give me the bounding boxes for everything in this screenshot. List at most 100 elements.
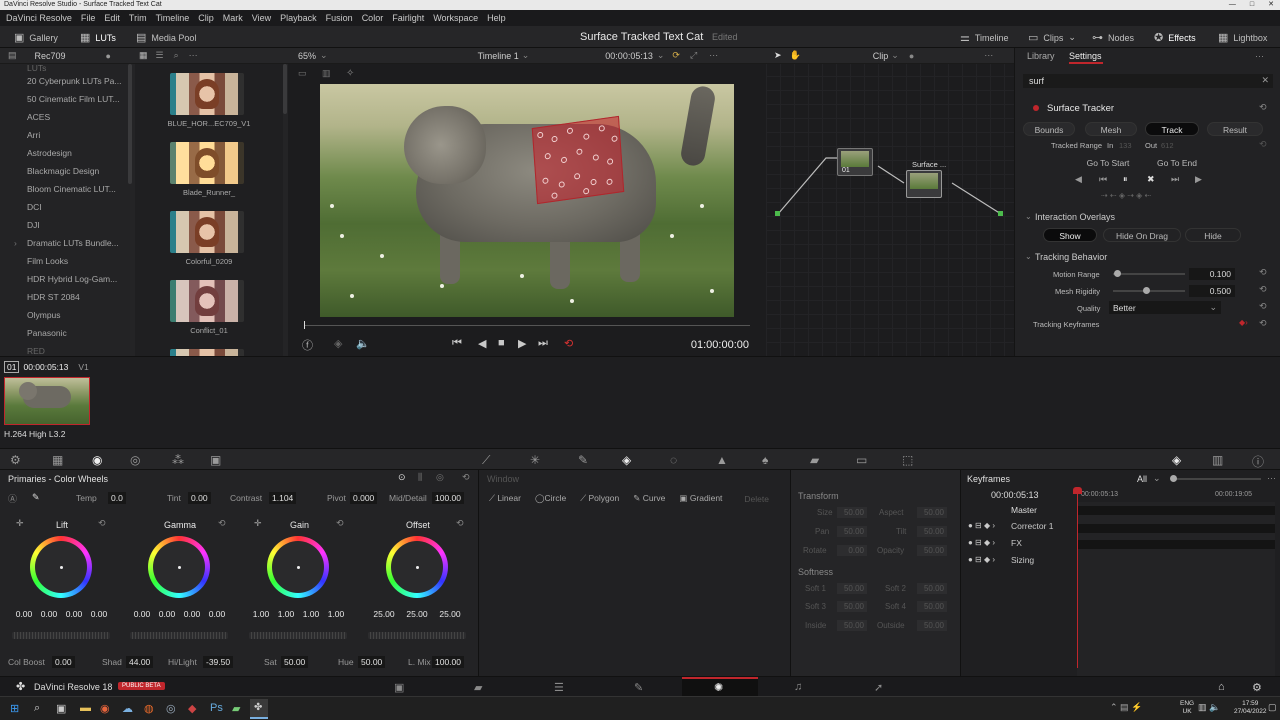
gamma-y[interactable]: 0.00	[130, 609, 154, 619]
lut-thumbnail[interactable]	[170, 349, 244, 356]
skip-end-icon[interactable]: ⏭	[538, 337, 548, 350]
log-mode-icon[interactable]: ◎	[436, 472, 444, 483]
opacity-value[interactable]: 50.00	[917, 545, 947, 556]
size-value[interactable]: 50.00	[837, 507, 867, 518]
color-page-tab[interactable]: ✺	[682, 677, 758, 696]
keyframe-filter[interactable]: All	[1137, 474, 1147, 484]
gain-master-slider[interactable]	[249, 632, 347, 639]
picker-icon[interactable]: ✎	[32, 492, 40, 503]
camera-raw-icon[interactable]: ⚙	[10, 453, 21, 467]
pivot-value[interactable]: 0.000	[350, 492, 378, 504]
lut-folder-item[interactable]: HDR Hybrid Log-Gam...	[0, 270, 130, 288]
reset-icon[interactable]: ⟲	[456, 518, 464, 529]
track-step-forward-icon[interactable]: ⏭	[1171, 174, 1179, 185]
menu-clip[interactable]: Clip	[198, 13, 214, 23]
tab-settings[interactable]: Settings	[1069, 51, 1102, 61]
lut-folder-item[interactable]: Panasonic	[0, 324, 130, 342]
play-icon[interactable]: ▶	[518, 337, 526, 350]
qualifier-icon[interactable]: ✎	[578, 453, 588, 467]
tracking-mesh[interactable]	[531, 115, 625, 205]
soft1-value[interactable]: 50.00	[837, 583, 867, 594]
hue-value[interactable]: 50.00	[358, 656, 386, 668]
gamma-b[interactable]: 0.00	[205, 609, 229, 619]
search-input[interactable]: surf ✕	[1023, 74, 1273, 88]
gain-b[interactable]: 1.00	[324, 609, 348, 619]
outside-value[interactable]: 50.00	[917, 620, 947, 631]
crosshair-icon[interactable]: ✛	[254, 518, 262, 529]
linear-window-button[interactable]: ⟋ Linear	[489, 493, 521, 504]
menu-view[interactable]: View	[252, 13, 271, 23]
go-to-start-button[interactable]: Go To Start	[1077, 156, 1139, 170]
offset-master-slider[interactable]	[368, 632, 466, 639]
more-options-icon[interactable]: ⋯	[1267, 473, 1276, 484]
grid-view-icon[interactable]: ▦	[139, 50, 148, 61]
keyframe-zoom-slider[interactable]	[1171, 478, 1261, 480]
fusion-page-icon[interactable]: ✎	[634, 681, 643, 694]
luts-button[interactable]: ▦ LUTs	[80, 31, 116, 44]
gamma-r[interactable]: 0.00	[155, 609, 179, 619]
primaries-icon[interactable]: ◉	[92, 453, 102, 467]
lift-b[interactable]: 0.00	[87, 609, 111, 619]
gamma-g[interactable]: 0.00	[180, 609, 204, 619]
auto-balance-icon[interactable]: Ⓐ	[8, 492, 17, 505]
close-icon[interactable]: ✕	[1268, 0, 1274, 10]
viewer-scrubber[interactable]	[304, 325, 750, 326]
keyframe-row[interactable]: ● ⊟ ◆ › Sizing	[961, 555, 1079, 571]
more-options-icon[interactable]: ⋯	[1255, 51, 1264, 62]
gamma-master-slider[interactable]	[130, 632, 228, 639]
keyframes-icon[interactable]: ◈	[1172, 453, 1181, 467]
lut-folder-item[interactable]: Film Looks	[0, 252, 130, 270]
clock[interactable]: 17:59 27/04/2022	[1234, 700, 1267, 716]
interaction-overlays-heading[interactable]: Interaction Overlays	[1035, 212, 1115, 222]
hide-on-drag-button[interactable]: Hide On Drag	[1103, 228, 1181, 242]
motion-range-slider-handle[interactable]	[1114, 270, 1121, 277]
keyframe-row-controls-icon[interactable]: ● ⊟ ◆ ›	[968, 521, 995, 530]
keyframe-row[interactable]: ● ⊟ ◆ › FX	[961, 538, 1079, 554]
hdr-icon[interactable]: ◎	[130, 453, 140, 467]
gain-wheel-center[interactable]	[297, 566, 300, 569]
sync-icon[interactable]: ⟳	[672, 50, 680, 61]
chrome-icon[interactable]: ◉	[100, 702, 110, 715]
quality-dropdown[interactable]: Better ⌄	[1109, 301, 1221, 314]
loop-icon[interactable]: ⟲	[564, 337, 573, 350]
lift-r[interactable]: 0.00	[37, 609, 61, 619]
contrast-value[interactable]: 1.104	[269, 492, 297, 504]
mesh-rigidity-slider-handle[interactable]	[1143, 287, 1150, 294]
out-value[interactable]: 612	[1161, 141, 1174, 150]
info-icon[interactable]: ⓘ	[1252, 453, 1264, 470]
lut-folder-item[interactable]: DJI	[0, 216, 130, 234]
gain-g[interactable]: 1.00	[299, 609, 323, 619]
network-volume-icons[interactable]: ▥ 🔈	[1198, 702, 1220, 713]
lut-folder-item[interactable]: Blackmagic Design	[0, 162, 130, 180]
pause-icon[interactable]: ⏸	[1123, 174, 1128, 185]
hilight-value[interactable]: -39.50	[203, 656, 234, 668]
menu-edit[interactable]: Edit	[104, 13, 120, 23]
reverse-play-icon[interactable]: ◀	[478, 337, 486, 350]
tilt-value[interactable]: 50.00	[917, 526, 947, 537]
zoom-selector[interactable]: 65%	[298, 51, 316, 61]
node-input[interactable]	[775, 211, 780, 216]
lightbox-button[interactable]: ▦ Lightbox	[1218, 31, 1267, 44]
layers-icon[interactable]: ◈	[334, 337, 342, 350]
temp-value[interactable]: 0.0	[108, 492, 126, 504]
nodes-button[interactable]: ⊶ Nodes	[1092, 31, 1134, 44]
crosshair-icon[interactable]: ✛	[16, 518, 24, 529]
reset-icon[interactable]: ⟲	[1259, 284, 1267, 295]
gain-y[interactable]: 1.00	[249, 609, 273, 619]
rgb-mixer-icon[interactable]: ⁂	[172, 453, 184, 467]
volume-icon[interactable]: 🔈	[356, 337, 370, 350]
more-options-icon[interactable]: ⋯	[189, 50, 198, 61]
search-icon[interactable]: ⌕	[34, 702, 40, 715]
menu-trim[interactable]: Trim	[129, 13, 147, 23]
hide-button[interactable]: Hide	[1185, 228, 1241, 242]
home-icon[interactable]: ⌂	[1218, 681, 1225, 693]
reset-icon[interactable]: ⟲	[218, 518, 226, 529]
corrector-node-01[interactable]: 01	[837, 148, 873, 176]
menu-workspace[interactable]: Workspace	[433, 13, 478, 23]
offset-g[interactable]: 25.00	[403, 609, 431, 619]
offset-wheel-center[interactable]	[416, 566, 419, 569]
stop-icon[interactable]: ■	[498, 337, 505, 349]
size-slider[interactable]: ●	[106, 51, 111, 61]
blur-icon[interactable]: ♠	[762, 453, 768, 467]
lut-folder-item-expandable[interactable]: › Dramatic LUTs Bundle...	[0, 234, 130, 252]
